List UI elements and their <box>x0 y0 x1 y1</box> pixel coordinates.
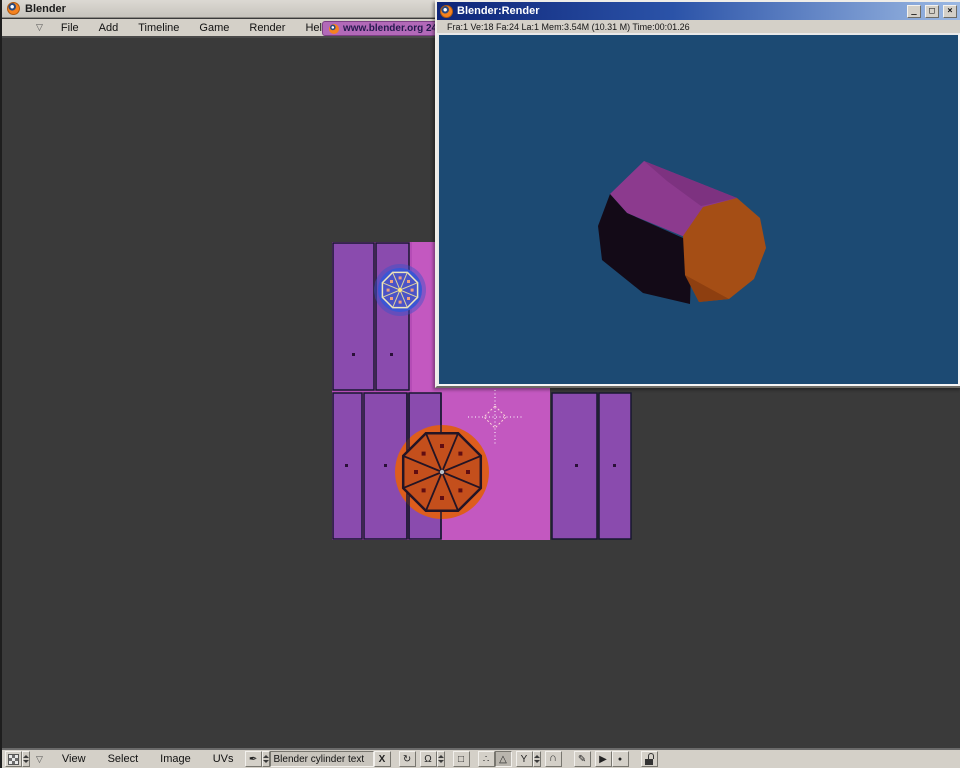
menu-file[interactable]: File <box>51 22 89 34</box>
magnet-icon: ∩ <box>549 752 557 764</box>
unlock-icon <box>645 753 654 765</box>
game-properties-button[interactable]: Ω <box>420 751 437 767</box>
menu-render[interactable]: Render <box>239 22 295 34</box>
unlink-image-button[interactable]: X <box>374 751 391 767</box>
blender-logo-icon <box>329 24 339 34</box>
chevron-down-icon[interactable]: ▽ <box>36 22 43 33</box>
refresh-icon: ↻ <box>403 754 411 765</box>
blender-app: Blender ▽ File Add Timeline Game Render … <box>0 0 960 768</box>
pin-image-button[interactable]: ✒ <box>245 751 262 767</box>
omega-icon: Ω <box>424 754 431 765</box>
game-properties-selector[interactable] <box>437 751 445 767</box>
render-window-titlebar[interactable]: Blender:Render _ □ × <box>437 2 960 20</box>
uv-rotation-pivot-button[interactable]: □ <box>453 751 470 767</box>
menu-uvs[interactable]: UVs <box>202 753 245 765</box>
uv-octagon-top <box>382 272 417 307</box>
menu-game[interactable]: Game <box>189 22 239 34</box>
render-window-title: Blender:Render <box>457 5 903 17</box>
pencil-icon: ✎ <box>578 754 586 765</box>
maximize-button[interactable]: □ <box>925 5 939 18</box>
uv-face-select-button[interactable]: △ <box>495 751 512 767</box>
version-badge-label: www.blender.org 246 <box>343 23 443 34</box>
browse-image-selector[interactable] <box>262 751 270 767</box>
play-icon: ▶ <box>599 754 607 765</box>
render-stats: Fra:1 Ve:18 Fa:24 La:1 Mem:3.54M (10.31 … <box>437 20 960 33</box>
image-name-field[interactable]: Blender cylinder text <box>270 751 374 767</box>
sticky-selection-selector[interactable] <box>533 751 541 767</box>
sticky-y-icon: Y <box>521 754 528 765</box>
minimize-button[interactable]: _ <box>907 5 921 18</box>
render-window: Blender:Render _ □ × Fra:1 Ve:18 Fa:24 L… <box>435 0 960 388</box>
menu-select[interactable]: Select <box>97 753 150 765</box>
blender-logo-icon <box>7 2 20 15</box>
menu-timeline[interactable]: Timeline <box>128 22 189 34</box>
triangle-icon: △ <box>499 754 507 765</box>
main-window-title: Blender <box>25 3 66 15</box>
rendered-cylinder <box>439 35 958 384</box>
uv-vertex-select-button[interactable]: ∴ <box>478 751 495 767</box>
uv-editor-header: ▽ View Select Image UVs ✒ Blender cylind… <box>2 748 960 768</box>
blender-logo-icon <box>440 5 453 18</box>
refresh-image-button[interactable]: ↻ <box>399 751 416 767</box>
version-badge: www.blender.org 246 <box>322 21 450 36</box>
snap-button[interactable]: ∩ <box>545 751 562 767</box>
image-paint-button[interactable]: ✎ <box>574 751 591 767</box>
record-button[interactable]: ● <box>612 751 629 767</box>
lock-update-button[interactable] <box>641 751 658 767</box>
editor-type-button[interactable] <box>5 751 22 767</box>
editor-type-selector[interactable] <box>22 751 30 767</box>
menu-view[interactable]: View <box>51 753 97 765</box>
chevron-down-icon[interactable]: ▽ <box>36 754 43 765</box>
close-button[interactable]: × <box>943 5 957 18</box>
realtime-preview-button[interactable]: ▶ <box>595 751 612 767</box>
render-result-area <box>437 33 960 386</box>
square-icon: □ <box>458 754 464 765</box>
pin-icon: ✒ <box>249 754 257 765</box>
record-dot-icon: ● <box>618 756 622 763</box>
uv-image-editor-icon <box>8 754 19 765</box>
menu-image[interactable]: Image <box>149 753 202 765</box>
vertex-dots-icon: ∴ <box>483 754 489 765</box>
uv-octagon-bottom <box>403 433 481 511</box>
sticky-selection-button[interactable]: Y <box>516 751 533 767</box>
menu-add[interactable]: Add <box>89 22 129 34</box>
